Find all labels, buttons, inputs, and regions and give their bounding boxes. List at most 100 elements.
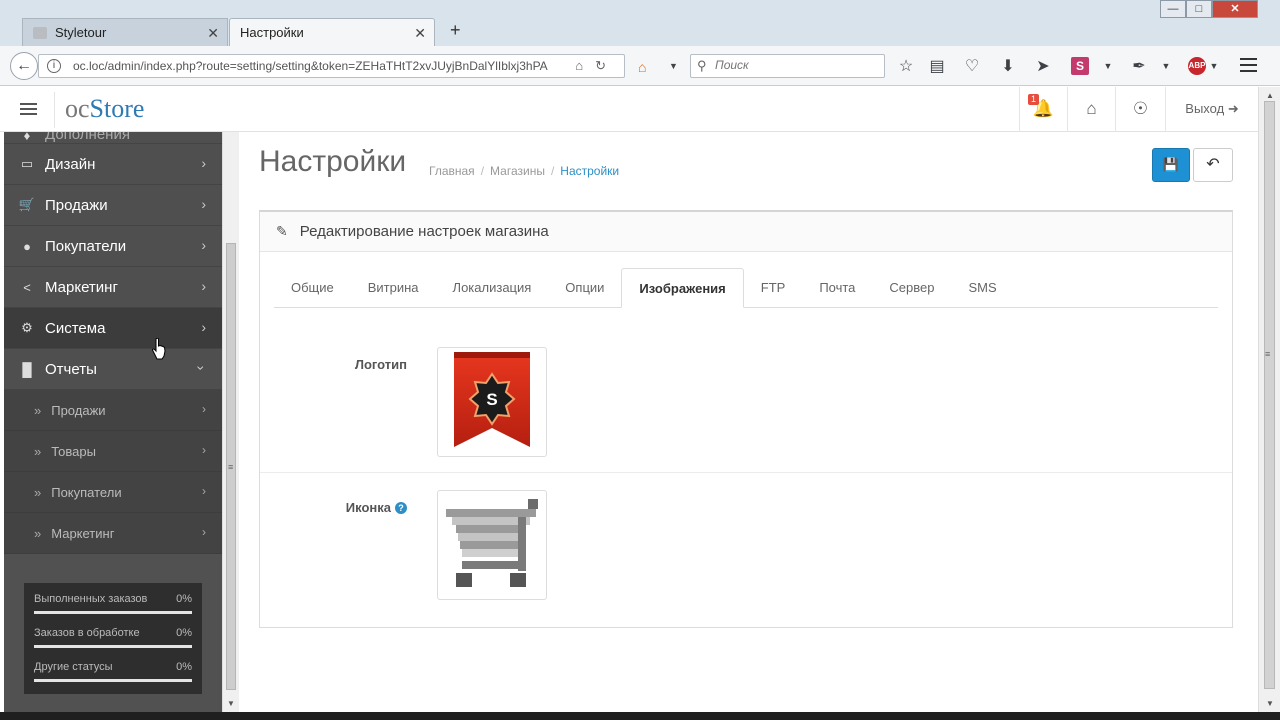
home-icon[interactable]: ⌂ <box>575 58 595 73</box>
sidebar-item-system[interactable]: ⚙ Система › <box>4 308 222 349</box>
info-icon[interactable]: i <box>47 59 61 73</box>
sidebar-item-design[interactable]: ▭ Дизайн › <box>4 144 222 185</box>
page-scroll-thumb[interactable] <box>1264 101 1275 689</box>
pocket-icon[interactable]: ♡ <box>962 56 982 76</box>
chevron-down-icon[interactable]: ▼ <box>669 61 678 71</box>
page-title: Настройки <box>259 145 407 178</box>
tab-general[interactable]: Общие <box>274 268 351 308</box>
sidebar-subitem-products[interactable]: » Товары › <box>4 431 222 472</box>
gear-icon: ⚙ <box>21 320 33 335</box>
search-bar[interactable]: ⚲ <box>690 54 885 78</box>
search-icon: ⚲ <box>697 58 707 73</box>
close-window-button[interactable]: ✕ <box>1212 0 1258 18</box>
chevron-right-icon: › <box>201 155 206 171</box>
icon-field-row: Иконка? <box>260 475 1232 616</box>
tab-images[interactable]: Изображения <box>621 268 744 308</box>
page-scrollbar[interactable]: ▲ ≡ ▼ <box>1258 87 1280 712</box>
chevron-right-icon: › <box>201 237 206 253</box>
logo-oc: oc <box>65 94 90 123</box>
scroll-down-icon[interactable]: ▼ <box>1266 699 1274 708</box>
tab-ftp[interactable]: FTP <box>744 268 803 308</box>
tab-storefront[interactable]: Витрина <box>351 268 436 308</box>
logout-button[interactable]: Выход ➜ <box>1165 87 1258 131</box>
tab-localization[interactable]: Локализация <box>436 268 549 308</box>
sidebar-item-extensions[interactable]: ♦ Дополнения <box>4 132 222 144</box>
tab-sms[interactable]: SMS <box>952 268 1014 308</box>
sidebar-item-reports[interactable]: █ Отчеты › <box>4 349 222 390</box>
home-icon[interactable]: ⌂ <box>638 59 646 75</box>
browser-tab-title: Styletour <box>55 25 107 40</box>
sidebar-toggle-icon[interactable] <box>20 103 37 118</box>
home-button[interactable]: ⌂ <box>1067 87 1115 131</box>
sidebar-item-sales[interactable]: 🛒 Продажи › <box>4 185 222 226</box>
stat-progress-bar <box>34 611 192 614</box>
logo-image-picker[interactable]: S <box>437 347 547 457</box>
icon-image-picker[interactable] <box>437 490 547 600</box>
chevron-right-icon: › <box>201 196 206 212</box>
star-icon[interactable]: ☆ <box>896 56 916 76</box>
back-button[interactable]: ↶ <box>1193 148 1233 182</box>
sidebar-item-label: Покупатели <box>45 237 127 255</box>
panel-title: Редактирование настроек магазина <box>299 223 549 240</box>
menu-icon[interactable] <box>1240 58 1257 76</box>
sidebar-subitem-sales[interactable]: » Продажи › <box>4 390 222 431</box>
stat-value: 0% <box>176 627 192 639</box>
sidebar-scrollbar[interactable]: ≡ ▼ <box>222 132 239 712</box>
breadcrumb-home[interactable]: Главная <box>429 164 475 178</box>
ocstore-logo[interactable]: ocStore <box>54 92 144 128</box>
sidebar-subitem-label: Покупатели <box>51 484 122 500</box>
chevron-down-icon[interactable]: ▼ <box>1156 61 1176 71</box>
breadcrumb-stores[interactable]: Магазины <box>490 164 545 178</box>
save-button[interactable]: 💾 <box>1152 148 1190 182</box>
chevron-down-icon[interactable]: ▼ <box>1098 61 1118 71</box>
tab-options[interactable]: Опции <box>548 268 621 308</box>
pencil-icon: ✎ <box>276 223 288 239</box>
reading-list-icon[interactable]: ▤ <box>927 56 947 76</box>
chevron-down-icon[interactable]: ▼ <box>1204 61 1224 71</box>
life-ring-icon: ☉ <box>1132 99 1149 118</box>
sidebar-item-customers[interactable]: ● Покупатели › <box>4 226 222 267</box>
stat-other: Другие статусы 0% <box>34 661 192 695</box>
notifications-button[interactable]: 1 🔔 <box>1019 87 1067 131</box>
help-icon[interactable]: ? <box>395 502 407 514</box>
admin-header: ocStore 1 🔔 ⌂ ☉ Выход ➜ <box>0 87 1258 132</box>
send-icon[interactable]: ➤ <box>1033 56 1053 76</box>
back-arrow-icon[interactable]: ← <box>10 52 38 80</box>
scroll-up-icon[interactable]: ▲ <box>1266 91 1274 100</box>
minimize-button[interactable]: — <box>1160 0 1186 18</box>
close-tab-icon[interactable]: ✕ <box>207 25 219 42</box>
chevron-down-icon: › <box>193 365 210 371</box>
tab-server[interactable]: Сервер <box>872 268 951 308</box>
sidebar-subitem-customers[interactable]: » Покупатели › <box>4 472 222 513</box>
tab-mail[interactable]: Почта <box>802 268 872 308</box>
window-controls: — □ ✕ <box>1160 0 1258 18</box>
logout-label: Выход <box>1185 101 1225 116</box>
browser-tab-styletour[interactable]: Styletour ✕ <box>22 18 228 46</box>
sign-out-icon: ➜ <box>1227 101 1239 116</box>
chevron-right-icon: › <box>202 484 206 498</box>
reply-arrow-icon: ↶ <box>1206 156 1220 173</box>
s-extension-icon[interactable]: S <box>1071 57 1089 75</box>
stat-label: Выполненных заказов <box>34 593 148 605</box>
download-icon[interactable]: ⬇ <box>998 56 1018 76</box>
reload-icon[interactable]: ↻ <box>595 58 618 73</box>
browser-navbar: ← i oc.loc/admin/index.php?route=setting… <box>0 46 1280 86</box>
help-button[interactable]: ☉ <box>1115 87 1165 131</box>
stat-label: Заказов в обработке <box>34 627 140 639</box>
sidebar-item-marketing[interactable]: < Маркетинг › <box>4 267 222 308</box>
browser-tabstrip: Styletour ✕ Настройки ✕ + — □ ✕ <box>0 0 1280 46</box>
icon-label-text: Иконка <box>345 500 391 515</box>
close-tab-icon[interactable]: ✕ <box>414 25 426 42</box>
url-text[interactable]: oc.loc/admin/index.php?route=setting/set… <box>73 59 553 73</box>
maximize-button[interactable]: □ <box>1186 0 1212 18</box>
pen-extension-icon[interactable]: ✒ <box>1129 56 1149 76</box>
address-bar[interactable]: i oc.loc/admin/index.php?route=setting/s… <box>38 54 625 78</box>
breadcrumb-settings[interactable]: Настройки <box>560 164 619 178</box>
search-input[interactable] <box>715 58 875 72</box>
settings-panel: ✎ Редактирование настроек магазина Общие… <box>259 210 1233 628</box>
browser-tab-settings[interactable]: Настройки ✕ <box>229 18 435 46</box>
sidebar-subitem-marketing[interactable]: » Маркетинг › <box>4 513 222 554</box>
scroll-down-icon[interactable]: ▼ <box>227 699 235 708</box>
taskbar-edge <box>0 712 1280 720</box>
new-tab-button[interactable]: + <box>450 20 461 41</box>
